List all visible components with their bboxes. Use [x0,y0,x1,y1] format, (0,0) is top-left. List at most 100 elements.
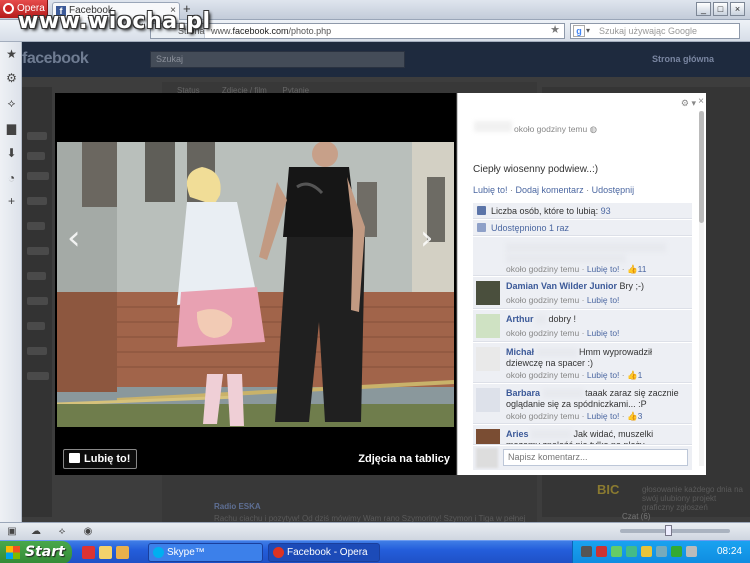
search-field[interactable]: g ▾ Szukaj używając Google [570,23,740,39]
start-button[interactable]: Start [0,541,72,563]
fb-chat-label[interactable]: Czat (6) [622,512,650,521]
widgets-gear-icon[interactable]: ⚙ [5,72,18,85]
unite-status-icon[interactable]: ⟡ [56,526,68,537]
comment-input[interactable]: Napisz komentarz... [503,449,688,466]
comment-like-count-value: 1 [637,370,643,380]
task-skype-label: Skype™ [167,547,205,558]
previous-photo-icon[interactable]: ‹ [67,218,81,258]
tray-icon[interactable] [671,546,682,557]
unite-icon[interactable]: ⟡ [5,97,18,110]
panel-scrollbar[interactable] [699,111,704,466]
shares-label[interactable]: Udostępniono 1 raz [491,223,569,233]
bookmark-star-icon[interactable]: ★ [550,23,560,37]
bookmarks-star-icon[interactable]: ★ [5,48,18,61]
like-link[interactable]: Lubię to! [473,185,508,195]
photo-like-button[interactable]: Lubię to! [63,449,138,469]
likes-count[interactable]: 93 [601,206,611,216]
comment-like-link[interactable]: Lubię to! [587,411,620,421]
comment-like-link[interactable]: Lubię to! [587,370,620,380]
add-panel-icon[interactable]: + [5,195,18,208]
notes-icon[interactable]: ▆ [5,122,18,135]
windows-logo-icon [6,546,20,559]
comment-author[interactable]: Barbara [506,388,540,398]
avatar[interactable] [476,281,500,305]
comment-like-link[interactable]: Lubię to! [587,264,620,274]
panel-toggle-icon[interactable]: ▣ [6,526,18,537]
comment-meta: około godziny temu · Lubię to! · 👍1 [506,370,643,380]
comment-like-link[interactable]: Lubię to! [587,328,620,338]
album-link[interactable]: Zdjęcia na tablicy [358,453,450,465]
fb-logo: facebook [22,50,89,67]
thumbs-up-icon [69,453,80,463]
comment-meta: około godziny temu · Lubię to! [506,295,620,305]
comment-time: około godziny temu [506,411,580,421]
task-opera[interactable]: Facebook - Opera [268,543,380,562]
fb-post-author[interactable]: Radio ESKA [214,502,261,511]
url-field[interactable]: Strona www.facebook.com/photo.php ★ [150,23,565,39]
status-bar: ▣ ☁ ⟡ ◉ [0,522,750,540]
comment-like-count[interactable]: 👍3 [627,411,642,421]
downloads-icon[interactable]: ⬇ [5,147,18,160]
scrollbar-thumb[interactable] [699,111,704,223]
comment-text: Arthur dobry ! [506,314,686,325]
comment-time: około godziny temu [506,295,580,305]
tray-icon[interactable] [581,546,592,557]
avatar[interactable] [476,429,500,444]
fb-left-item [27,132,47,140]
turbo-cloud-icon[interactable]: ☁ [30,526,42,537]
avatar[interactable] [476,314,500,338]
google-icon: g [573,25,585,37]
share-icon [477,223,486,232]
avatar[interactable] [476,388,500,412]
avatar[interactable] [476,347,500,371]
photo-image [57,142,454,427]
speed-dial-icon[interactable]: ◉ [82,526,94,537]
tray-icon[interactable] [626,546,637,557]
comment-text: Damian Van Wilder Junior Bry ;-) [506,281,686,292]
fb-search-input[interactable]: Szukaj [150,51,405,68]
photo[interactable] [57,142,454,427]
zoom-slider-knob[interactable] [665,525,672,536]
share-link[interactable]: Udostępnij [592,185,635,195]
task-skype[interactable]: Skype™ [148,543,263,562]
comment-like-count-value: 11 [637,264,647,274]
maximize-button[interactable]: □ [713,2,728,16]
fb-left-item [27,272,46,280]
blurred-surname [536,348,577,358]
comment-author[interactable]: Aries [506,429,529,439]
tray-icon[interactable] [596,546,607,557]
fb-ad-logo[interactable]: BIC [597,482,619,497]
close-window-button[interactable]: × [730,2,745,16]
next-photo-icon[interactable]: › [420,218,434,258]
likes-row[interactable]: Liczba osób, które to lubią: 93 [473,203,692,219]
comment-author[interactable]: Michał [506,347,534,357]
folder-quicklaunch-icon[interactable] [99,546,112,559]
options-gear-icon[interactable]: ⚙ ▾ [681,98,696,109]
comment-like-count[interactable]: 👍11 [627,264,646,274]
zoom-slider[interactable] [620,525,730,536]
fb-left-column [22,87,52,517]
search-engine-dropdown-icon[interactable]: ▾ [586,24,590,38]
tray-icon[interactable] [611,546,622,557]
close-photo-icon[interactable]: × [698,96,704,107]
volume-icon[interactable] [686,546,697,557]
skype-icon [153,547,164,558]
shares-row[interactable]: Udostępniono 1 raz [473,220,692,236]
comment-author[interactable]: Arthur [506,314,534,324]
history-clock-icon[interactable]: ◔ [5,172,18,185]
comment-like-count[interactable]: 👍1 [627,370,642,380]
comment-meta: około godziny temu · Lubię to! · 👍3 [506,411,643,421]
comment-author[interactable]: Damian Van Wilder Junior [506,281,617,291]
comment-like-link[interactable]: Lubię to! [587,295,620,305]
tray-icon[interactable] [656,546,667,557]
app-quicklaunch-icon[interactable] [116,546,129,559]
fb-home-link[interactable]: Strona główna [652,54,714,64]
comment-item: Barbara taaak zaraz się zacznie oglądani… [473,384,692,424]
watermark: www.wiocha.pl [18,9,211,34]
fb-left-item [27,297,48,305]
tray-icon[interactable] [641,546,652,557]
minimize-button[interactable]: _ [696,2,711,16]
fb-left-item [27,322,45,330]
opera-quicklaunch-icon[interactable] [82,546,95,559]
comment-link[interactable]: Dodaj komentarz [516,185,584,195]
